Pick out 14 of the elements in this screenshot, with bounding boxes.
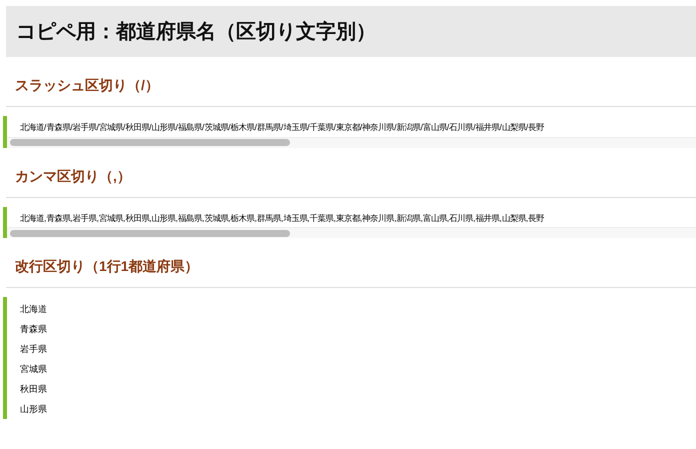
code-text: 北海道,青森県,岩手県,宮城県,秋田県,山形県,福島県,茨城県,栃木県,群馬県,埼玉県,千葉県,東京都,神奈川県,新潟県,富山県,石川県,福井県,山梨県,長野 [20, 212, 544, 224]
section-heading: スラッシュ区切り（/） [14, 76, 159, 95]
code-line: 北海道 [20, 303, 47, 316]
code-line: 宮城県 [20, 363, 47, 376]
section-heading: 改行区切り（1行1都道府県） [14, 257, 199, 276]
code-line: 青森県 [20, 323, 47, 336]
scrollbar-thumb[interactable] [10, 139, 290, 146]
page-title: コピペ用：都道府県名（区切り文字別） [16, 20, 376, 44]
scrollbar-thumb[interactable] [10, 230, 290, 237]
code-line: 秋田県 [20, 383, 47, 396]
code-line: 岩手県 [20, 343, 47, 356]
code-text: 北海道/青森県/岩手県/宮城県/秋田県/山形県/福島県/茨城県/栃木県/群馬県/埼玉県/千葉県/東京都/神奈川県/新潟県/富山県/石川県/福井県/山梨県/長野 [20, 121, 544, 134]
code-line: 山形県 [20, 403, 47, 416]
section-heading: カンマ区切り（,） [14, 166, 131, 186]
